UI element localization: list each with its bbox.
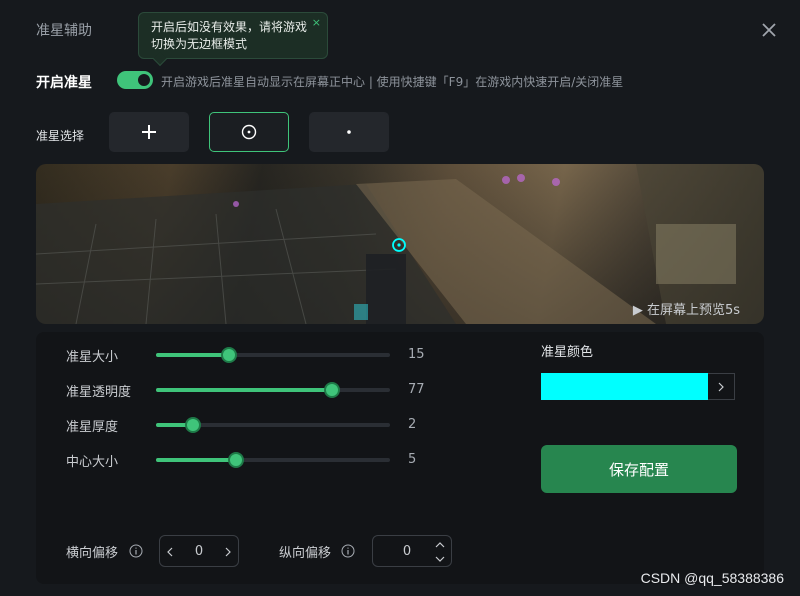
slider-label: 中心大小 [66, 455, 119, 470]
preview-hint-label: 在屏幕上预览5s [646, 303, 740, 318]
circle-dot-crosshair-icon [241, 124, 257, 140]
slider-fill [156, 388, 332, 392]
slider-center-size: 中心大小 5 [66, 449, 486, 470]
slider-thumb[interactable] [323, 382, 340, 398]
chevron-right-icon[interactable] [224, 547, 232, 557]
vertical-offset-label: 纵向偏移 [279, 546, 332, 561]
crosshair-option-circle-dot[interactable] [209, 112, 289, 152]
slider-track[interactable] [156, 382, 390, 398]
crosshair-option-dot[interactable] [309, 112, 389, 152]
save-config-button[interactable]: 保存配置 [541, 445, 737, 493]
enable-description: 开启游戏后准星自动显示在屏幕正中心 | 使用快捷键「F9」在游戏内快速开启/关闭… [161, 75, 624, 89]
slider-value: 5 [408, 452, 417, 467]
horizontal-offset-label: 横向偏移 [66, 546, 119, 561]
chevron-down-icon[interactable] [435, 555, 445, 563]
watermark: CSDN @qq_58388386 [640, 570, 784, 586]
vertical-offset-value[interactable]: 0 [373, 544, 441, 559]
game-preview-image: ▶ 在屏幕上预览5s [36, 164, 764, 324]
crosshair-select-label: 准星选择 [36, 129, 85, 143]
info-icon[interactable] [341, 544, 355, 558]
slider-label: 准星厚度 [66, 420, 119, 435]
tooltip-text: 开启后如没有效果，请将游戏切换为无边框模式 [151, 20, 308, 51]
tooltip-close-icon[interactable]: × [312, 14, 321, 31]
play-icon: ▶ [632, 303, 647, 318]
tooltip: 开启后如没有效果，请将游戏切换为无边框模式 × [138, 12, 328, 67]
slider-thumb[interactable] [227, 452, 244, 468]
preview-hint-button[interactable]: ▶ 在屏幕上预览5s [633, 299, 740, 318]
info-icon[interactable] [129, 544, 143, 558]
crosshair-preview-icon [392, 238, 406, 252]
settings-panel: 准星大小 15 准星透明度 77 准星厚度 2 中心大小 5 准星颜色 保存配置… [36, 332, 764, 584]
crosshair-color-swatch[interactable] [541, 373, 708, 400]
dot-crosshair-icon [347, 130, 351, 134]
slider-thumb[interactable] [185, 417, 202, 433]
horizontal-offset-stepper[interactable]: 0 [159, 535, 239, 567]
slider-value: 2 [408, 417, 417, 432]
enable-crosshair-toggle[interactable] [117, 71, 153, 89]
slider-fill [156, 458, 236, 462]
slider-value: 15 [408, 347, 425, 362]
crosshair-option-plus[interactable] [109, 112, 189, 152]
enable-crosshair-label: 开启准星 [36, 75, 92, 91]
chevron-up-icon[interactable] [435, 541, 445, 549]
slider-label: 准星透明度 [66, 385, 132, 400]
slider-track[interactable] [156, 417, 390, 433]
crosshair-color-label: 准星颜色 [541, 345, 594, 360]
close-icon[interactable] [759, 20, 779, 40]
slider-track[interactable] [156, 347, 390, 363]
color-picker-button[interactable] [708, 373, 735, 400]
slider-thumb[interactable] [220, 347, 237, 363]
slider-fill [156, 353, 229, 357]
slider-crosshair-size: 准星大小 15 [66, 344, 486, 365]
slider-label: 准星大小 [66, 350, 119, 365]
vertical-offset-stepper[interactable]: 0 [372, 535, 452, 567]
slider-track[interactable] [156, 452, 390, 468]
tooltip-arrow [152, 51, 168, 67]
slider-crosshair-thickness: 准星厚度 2 [66, 414, 486, 435]
chevron-right-icon [718, 382, 724, 391]
slider-value: 77 [408, 382, 425, 397]
plus-crosshair-icon [142, 125, 156, 139]
slider-crosshair-opacity: 准星透明度 77 [66, 379, 486, 400]
window-title: 准星辅助 [36, 23, 92, 39]
toggle-knob [138, 74, 150, 86]
